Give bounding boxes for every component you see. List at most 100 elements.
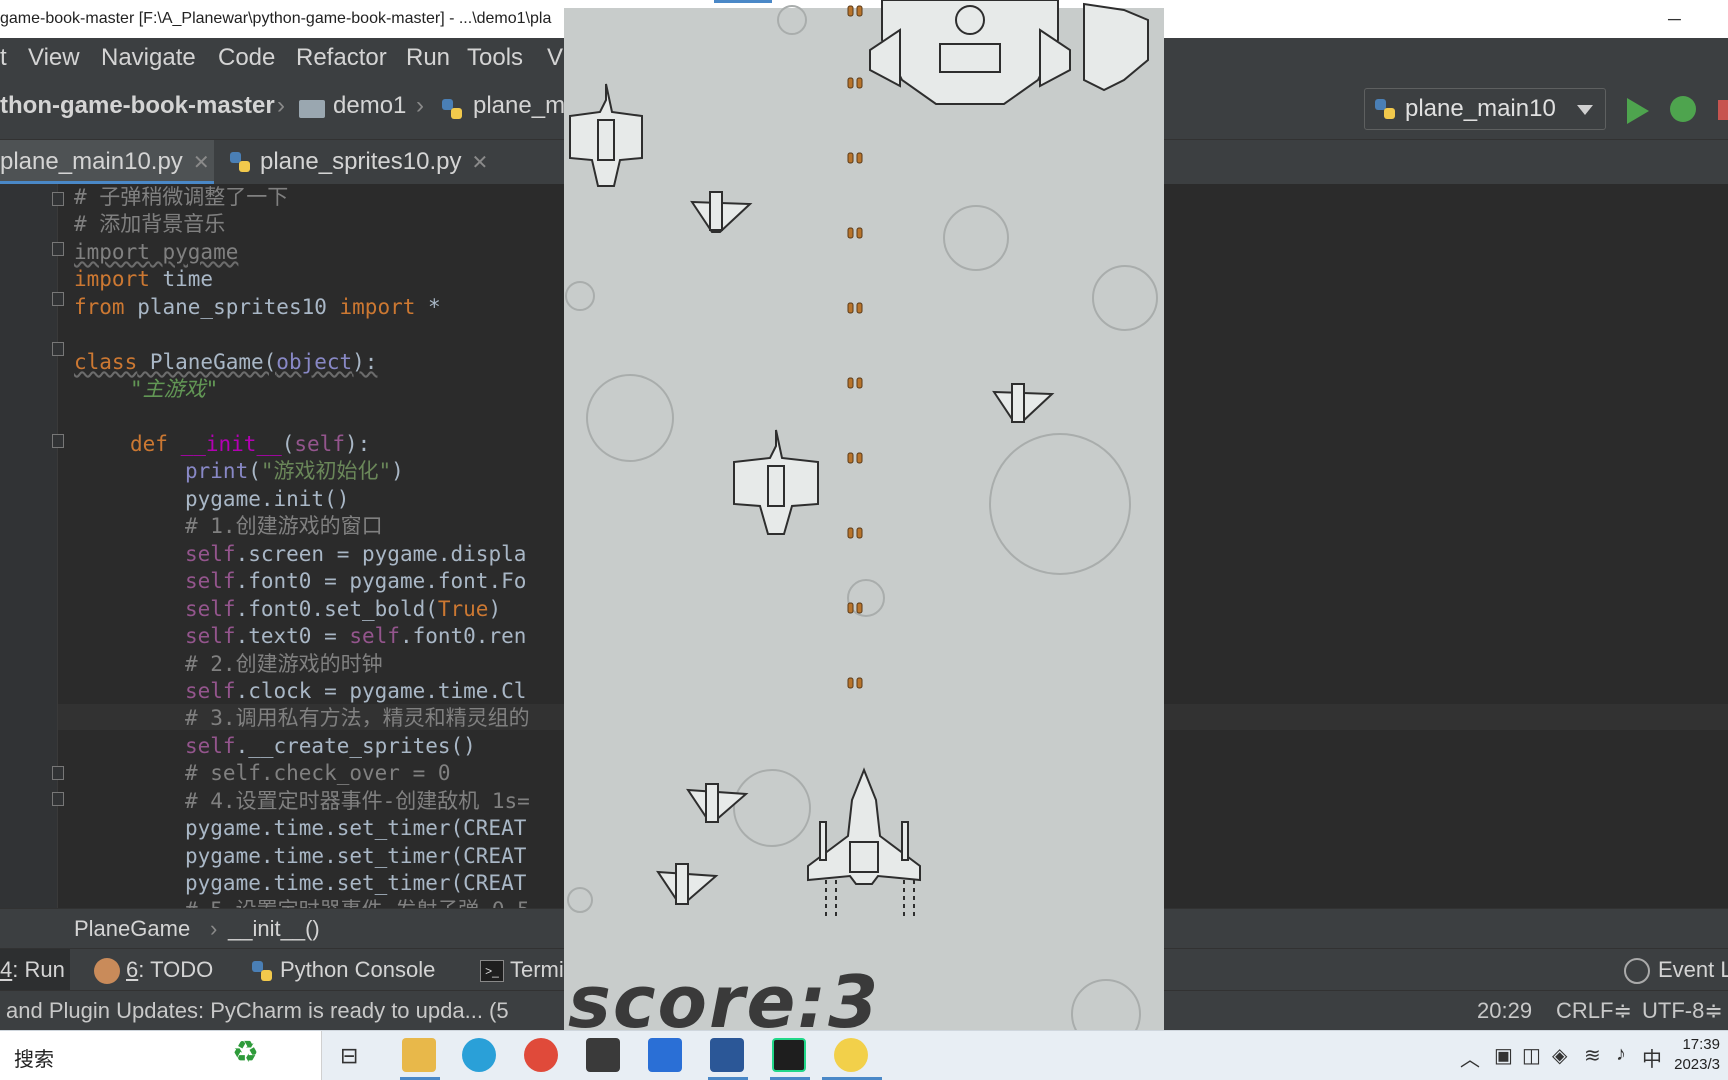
- tray-app-icon[interactable]: ◫: [1522, 1043, 1541, 1068]
- toolwindow-terminal[interactable]: >_ Termi: [480, 949, 564, 991]
- word-icon[interactable]: [710, 1038, 744, 1072]
- caret-position[interactable]: 20:29: [1477, 991, 1532, 1031]
- todo-icon: [94, 958, 120, 985]
- status-message[interactable]: and Plugin Updates: PyCharm is ready to …: [6, 991, 509, 1031]
- shield-app-icon[interactable]: [648, 1038, 682, 1072]
- close-icon[interactable]: ✕: [471, 152, 488, 174]
- terminal-icon: >_: [480, 960, 504, 983]
- asteroid: [586, 374, 674, 462]
- wifi-icon[interactable]: ≋: [1584, 1043, 1601, 1068]
- line-separator[interactable]: CRLF≑: [1556, 991, 1632, 1031]
- pycharm-icon[interactable]: [772, 1038, 806, 1072]
- code-line-16: self.font0.set_bold(True): [185, 597, 502, 621]
- asteroid: [1092, 265, 1158, 331]
- bullet: [847, 5, 863, 17]
- search-placeholder: 搜索: [14, 1049, 54, 1071]
- game-canvas[interactable]: [564, 0, 1164, 1030]
- hero-plane: [807, 767, 921, 916]
- code-line-14: self.screen = pygame.displa: [185, 542, 527, 566]
- tab-plane-main10[interactable]: plane_main10.py ✕: [0, 140, 214, 184]
- taskbar-search-box[interactable]: 搜索 ♻: [0, 1031, 322, 1080]
- chevron-up-icon[interactable]: ︿: [1460, 1043, 1480, 1072]
- fold-marker-icon[interactable]: [52, 792, 64, 806]
- menu-run[interactable]: Run: [406, 38, 450, 78]
- fold-marker-icon[interactable]: [52, 342, 64, 356]
- stop-icon[interactable]: [1718, 100, 1728, 120]
- edge-browser-icon[interactable]: [462, 1038, 496, 1072]
- menu-vcs[interactable]: V: [547, 38, 563, 78]
- menu-view[interactable]: View: [28, 38, 80, 78]
- asteroid-large: [989, 433, 1131, 575]
- breadcrumb-file[interactable]: plane_m: [473, 92, 565, 120]
- code-line-23: # 4.设置定时器事件-创建敌机 1s=: [185, 789, 530, 813]
- chrome-icon[interactable]: [524, 1038, 558, 1072]
- windows-taskbar: 搜索 ♻ ⊟ ︿ ▣ ◫ ◈ ≋ ♪ 中 17:39 2023/3: [0, 1030, 1728, 1080]
- asteroid: [1071, 979, 1141, 1030]
- breadcrumb-folder[interactable]: demo1: [333, 92, 406, 120]
- code-line-7: class PlaneGame(object):: [74, 350, 378, 374]
- code-line-13: # 1.创建游戏的窗口: [185, 514, 383, 538]
- chevron-right-icon: ›: [416, 92, 424, 119]
- toolwindow-run[interactable]: 4: Run: [0, 949, 70, 991]
- mail-icon[interactable]: [586, 1038, 620, 1072]
- file-encoding[interactable]: UTF-8≑: [1642, 991, 1723, 1031]
- toolwindow-python-console[interactable]: Python Console: [250, 949, 435, 991]
- run-configuration-select[interactable]: plane_main10: [1364, 88, 1606, 130]
- bullet: [847, 152, 863, 164]
- breadcrumb-separator: ›: [210, 916, 218, 941]
- bullet: [847, 302, 863, 314]
- breadcrumb-method[interactable]: __init__(): [228, 909, 320, 949]
- breadcrumb-class[interactable]: PlaneGame: [74, 909, 190, 949]
- code-line-18: # 2.创建游戏的时钟: [185, 652, 383, 676]
- python-console-icon: [252, 961, 272, 982]
- debug-icon[interactable]: [1670, 96, 1696, 122]
- bullet: [847, 377, 863, 389]
- chevron-down-icon[interactable]: [1577, 105, 1593, 115]
- code-line-24: pygame.time.set_timer(CREAT: [185, 816, 527, 840]
- enemy-medium: [569, 83, 643, 187]
- fold-marker-icon[interactable]: [52, 766, 64, 780]
- code-line-2: # 添加背景音乐: [74, 212, 226, 236]
- close-icon[interactable]: ✕: [193, 152, 210, 174]
- python-file-icon: [442, 99, 462, 119]
- task-view-icon[interactable]: ⊟: [340, 1043, 358, 1069]
- menu-code[interactable]: Code: [218, 38, 275, 78]
- code-line-1: # 子弹稍微调整了一下: [74, 185, 289, 209]
- folder-icon: [299, 100, 325, 118]
- game-window[interactable]: score:3: [564, 0, 1164, 1030]
- code-line-12: pygame.init(): [185, 487, 350, 511]
- menu-edit[interactable]: t: [0, 38, 7, 78]
- chevron-right-icon: ›: [277, 92, 285, 119]
- menu-navigate[interactable]: Navigate: [101, 38, 196, 78]
- fold-marker-icon[interactable]: [52, 434, 64, 448]
- menu-refactor[interactable]: Refactor: [296, 38, 387, 78]
- asteroid-small: [567, 887, 593, 913]
- tray-app-icon[interactable]: ▣: [1494, 1043, 1513, 1068]
- run-icon[interactable]: [1627, 98, 1649, 124]
- input-method-indicator[interactable]: 中: [1642, 1043, 1662, 1072]
- run-config-label: plane_main10: [1405, 95, 1556, 122]
- system-clock[interactable]: 17:39 2023/3: [1674, 1035, 1720, 1075]
- pygame-window-icon[interactable]: [834, 1038, 868, 1072]
- code-line-11: print("游戏初始化"): [185, 459, 404, 483]
- speaker-icon[interactable]: ♪: [1616, 1043, 1626, 1066]
- fold-marker-icon[interactable]: [52, 192, 64, 206]
- bullet: [847, 77, 863, 89]
- code-line-3: import pygame: [74, 240, 239, 264]
- code-line-5: from plane_sprites10 import *: [74, 295, 441, 319]
- toolwindow-todo[interactable]: 6: TODO: [94, 949, 213, 991]
- code-line-21: self.__create_sprites(): [185, 734, 476, 758]
- menu-tools[interactable]: Tools: [467, 38, 523, 78]
- breadcrumb-project[interactable]: thon-game-book-master: [0, 92, 275, 120]
- fold-marker-icon[interactable]: [52, 242, 64, 256]
- tray-shield-icon[interactable]: ◈: [1552, 1043, 1567, 1068]
- tab-plane-sprites10[interactable]: plane_sprites10.py ✕: [226, 140, 496, 184]
- recycle-icon: ♻: [232, 1036, 259, 1069]
- enemy-small: [992, 383, 1055, 423]
- toolwindow-event-log[interactable]: Event L: [1624, 949, 1728, 991]
- minimize-button[interactable]: ─: [1668, 0, 1681, 38]
- window-title: game-book-master [F:\A_Planewar\python-g…: [0, 10, 552, 27]
- code-line-25: pygame.time.set_timer(CREAT: [185, 844, 527, 868]
- file-explorer-icon[interactable]: [402, 1038, 436, 1072]
- fold-marker-icon[interactable]: [52, 292, 64, 306]
